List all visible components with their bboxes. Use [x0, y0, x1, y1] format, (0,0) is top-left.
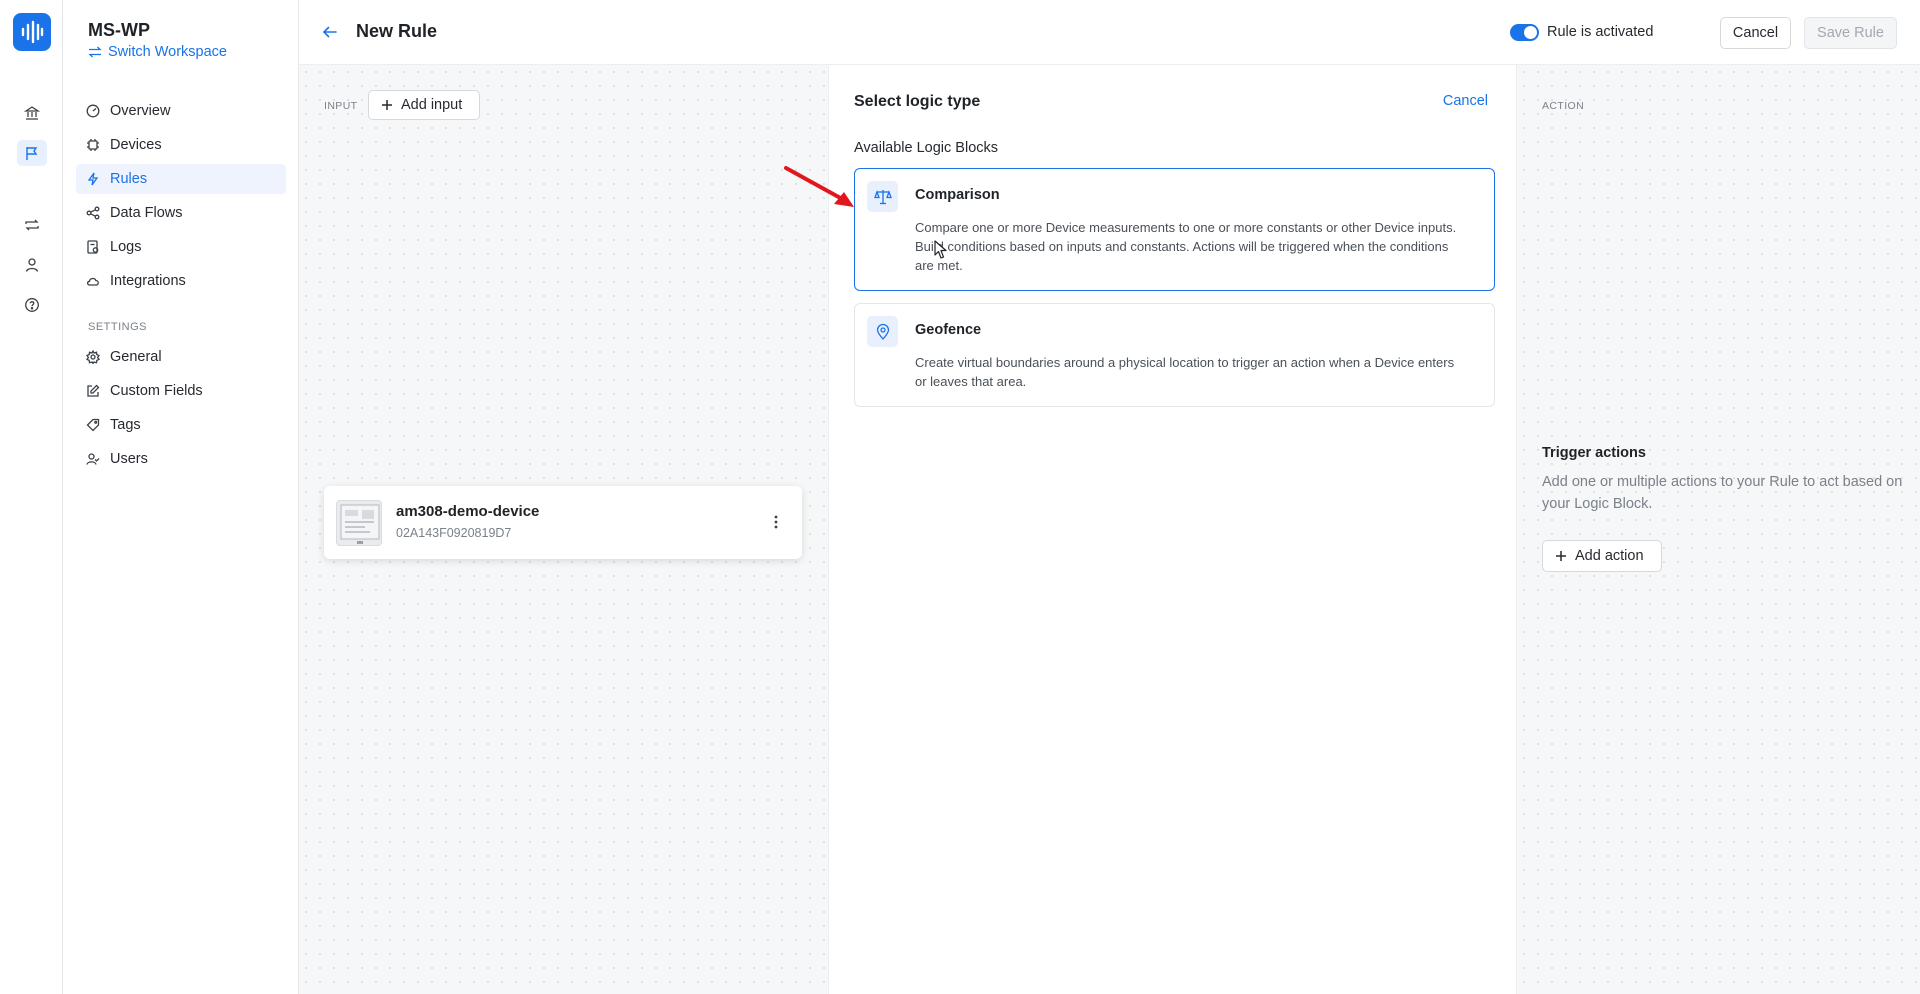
input-panel: INPUT Add input am308-demo-device 02A143…: [299, 65, 828, 994]
logic-block-geofence[interactable]: Geofence Create virtual boundaries aroun…: [854, 303, 1495, 407]
plus-icon: [381, 99, 393, 111]
add-input-button[interactable]: Add input: [368, 90, 480, 120]
cancel-button[interactable]: Cancel: [1720, 17, 1791, 49]
plus-icon: [1555, 550, 1567, 562]
sidebar-item-label: Integrations: [110, 273, 186, 289]
available-blocks-heading: Available Logic Blocks: [854, 140, 999, 156]
sidebar-item-general[interactable]: General: [76, 342, 286, 372]
toggle-knob: [1524, 26, 1537, 39]
sidebar-item-label: Rules: [110, 171, 148, 187]
more-vertical-icon[interactable]: [774, 514, 778, 530]
rule-activated-toggle[interactable]: [1510, 24, 1539, 41]
sidebar-item-integrations[interactable]: Integrations: [76, 266, 286, 296]
log-file-icon: [86, 240, 100, 254]
sidebar-item-rules[interactable]: Rules: [76, 164, 286, 194]
logic-block-name: Comparison: [915, 187, 1000, 203]
sidebar-item-overview[interactable]: Overview: [76, 96, 286, 126]
logic-block-name: Geofence: [915, 322, 982, 338]
annotation-arrow-icon: [782, 164, 862, 214]
workspace-name: MS-WP: [88, 20, 150, 40]
help-icon[interactable]: [21, 294, 43, 316]
action-label: ACTION: [1542, 100, 1585, 112]
save-rule-button[interactable]: Save Rule: [1804, 17, 1897, 49]
gear-icon: [86, 350, 100, 364]
sidebar-item-label: Custom Fields: [110, 383, 203, 399]
trigger-actions-title: Trigger actions: [1542, 445, 1646, 461]
page-header: New Rule Rule is activated Cancel Save R…: [299, 0, 1920, 65]
device-name: am308-demo-device: [396, 503, 540, 520]
logic-panel: Select logic type Cancel Available Logic…: [828, 65, 1517, 994]
users-icon: [86, 452, 100, 466]
add-action-button[interactable]: Add action: [1542, 540, 1662, 572]
input-label: INPUT: [324, 100, 358, 112]
device-image: [336, 500, 382, 546]
cloud-icon: [86, 274, 100, 288]
sidebar-item-label: Tags: [110, 417, 141, 433]
rule-activated-label: Rule is activated: [1547, 24, 1654, 40]
logic-block-description: Create virtual boundaries around a physi…: [915, 355, 1455, 389]
sidebar-item-label: Devices: [110, 137, 162, 153]
logic-panel-title: Select logic type: [854, 93, 981, 110]
logic-block-comparison[interactable]: Comparison Compare one or more Device me…: [854, 168, 1495, 291]
edit-icon: [86, 384, 100, 398]
trigger-actions-description: Add one or multiple actions to your Rule…: [1542, 474, 1903, 512]
scale-icon: [867, 181, 898, 212]
sidebar-item-data-flows[interactable]: Data Flows: [76, 198, 286, 228]
waveform-logo-icon[interactable]: [13, 13, 51, 51]
add-action-label: Add action: [1575, 548, 1644, 564]
swap-icon: [88, 45, 102, 59]
flag-icon[interactable]: [17, 140, 47, 166]
tag-icon: [86, 418, 100, 432]
user-icon[interactable]: [21, 254, 43, 276]
sidebar-item-custom-fields[interactable]: Custom Fields: [76, 376, 286, 406]
gauge-icon: [86, 104, 100, 118]
sidebar-item-tags[interactable]: Tags: [76, 410, 286, 440]
switch-workspace-link[interactable]: Switch Workspace: [88, 44, 227, 60]
sidebar-item-label: Data Flows: [110, 205, 183, 221]
action-panel: ACTION Trigger actions Add one or multip…: [1517, 65, 1920, 994]
sidebar-item-label: Users: [110, 451, 148, 467]
sidebar-item-label: General: [110, 349, 162, 365]
page-title: New Rule: [356, 21, 438, 41]
bank-icon[interactable]: [21, 102, 43, 124]
switch-workspace-label: Switch Workspace: [108, 44, 227, 60]
sidebar-item-logs[interactable]: Logs: [76, 232, 286, 262]
sidebar: MS-WP Switch Workspace Overview Devices …: [63, 0, 299, 994]
back-arrow-icon[interactable]: [321, 23, 339, 41]
logic-cancel-link[interactable]: Cancel: [1443, 93, 1488, 109]
chip-icon: [86, 138, 100, 152]
location-pin-icon: [867, 316, 898, 347]
settings-heading: SETTINGS: [88, 321, 148, 333]
device-card[interactable]: am308-demo-device 02A143F0920819D7: [324, 486, 802, 559]
sidebar-item-users[interactable]: Users: [76, 444, 286, 474]
share-icon: [86, 206, 100, 220]
repeat-icon[interactable]: [21, 214, 43, 236]
icon-rail: [0, 0, 63, 994]
logic-block-description: Compare one or more Device measurements …: [915, 220, 1457, 273]
lightning-icon: [86, 172, 100, 186]
add-input-label: Add input: [401, 97, 463, 113]
device-id: 02A143F0920819D7: [396, 526, 512, 540]
sidebar-item-label: Logs: [110, 239, 142, 255]
sidebar-item-devices[interactable]: Devices: [76, 130, 286, 160]
sidebar-item-label: Overview: [110, 103, 171, 119]
mouse-cursor-icon: [934, 240, 948, 260]
